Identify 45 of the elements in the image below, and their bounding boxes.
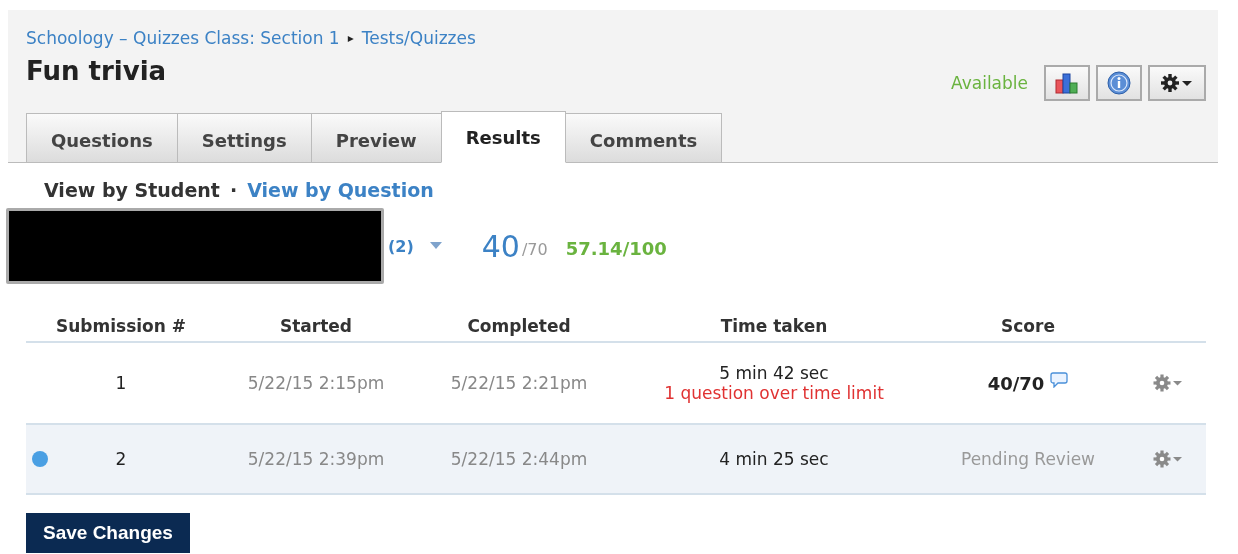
caret-icon[interactable] xyxy=(429,242,442,250)
table-cell: 2 xyxy=(115,449,127,469)
score-value: 40 xyxy=(481,228,520,264)
column-header: Time taken xyxy=(719,316,829,336)
bar-chart-icon xyxy=(1054,72,1080,94)
warning-text: 1 question over time limit xyxy=(664,383,884,403)
table-cell: 5/22/15 2:39pm xyxy=(247,449,385,469)
unread-dot xyxy=(32,451,48,467)
settings-menu-button[interactable] xyxy=(1148,65,1206,101)
tab[interactable]: Results xyxy=(440,111,566,163)
view-link[interactable]: View by Student xyxy=(44,179,220,201)
gear-caret-icon xyxy=(1160,73,1194,93)
view-separator: · xyxy=(229,179,238,201)
column-header: Completed xyxy=(466,316,572,336)
view-link[interactable]: View by Question xyxy=(247,179,434,201)
gear-caret-icon[interactable] xyxy=(1152,449,1184,469)
status-label: Available xyxy=(951,73,1028,93)
table-cell: 5/22/15 2:44pm xyxy=(450,449,588,469)
page-title: Fun trivia xyxy=(26,56,168,86)
gear-caret-icon[interactable] xyxy=(1152,373,1184,393)
save-button[interactable]: Save Changes xyxy=(26,513,190,553)
breadcrumb-link[interactable]: Schoology – Quizzes Class: Section 1 xyxy=(26,28,340,48)
grade-percent: 57.14/100 xyxy=(565,237,667,259)
column-header: Submission # xyxy=(54,316,188,336)
statistics-button[interactable] xyxy=(1044,65,1090,101)
attempts-link[interactable]: (2) xyxy=(388,236,414,256)
tab[interactable]: Comments xyxy=(564,113,723,163)
table-cell: 1 xyxy=(115,373,127,393)
column-header: Started xyxy=(278,316,354,336)
table-cell: 4 min 25 sec xyxy=(719,449,829,469)
score-max: /70 xyxy=(521,239,548,259)
table-cell: Pending Review xyxy=(961,449,1095,469)
tab[interactable]: Preview xyxy=(310,113,442,163)
info-button[interactable] xyxy=(1096,65,1142,101)
breadcrumb-separator: ▸ xyxy=(347,31,354,45)
breadcrumb-link[interactable]: Tests/Quizzes xyxy=(361,28,476,48)
table-cell: 40/70 xyxy=(987,372,1045,394)
table-cell: 5/22/15 2:15pm xyxy=(247,373,385,393)
tab[interactable]: Settings xyxy=(176,113,312,163)
table-cell: 5/22/15 2:21pm xyxy=(450,373,588,393)
tab[interactable]: Questions xyxy=(26,113,178,163)
info-icon xyxy=(1107,71,1131,95)
column-header: Score xyxy=(1000,316,1056,336)
table-cell: 5 min 42 sec xyxy=(719,363,829,383)
comment-icon[interactable] xyxy=(1050,372,1069,388)
